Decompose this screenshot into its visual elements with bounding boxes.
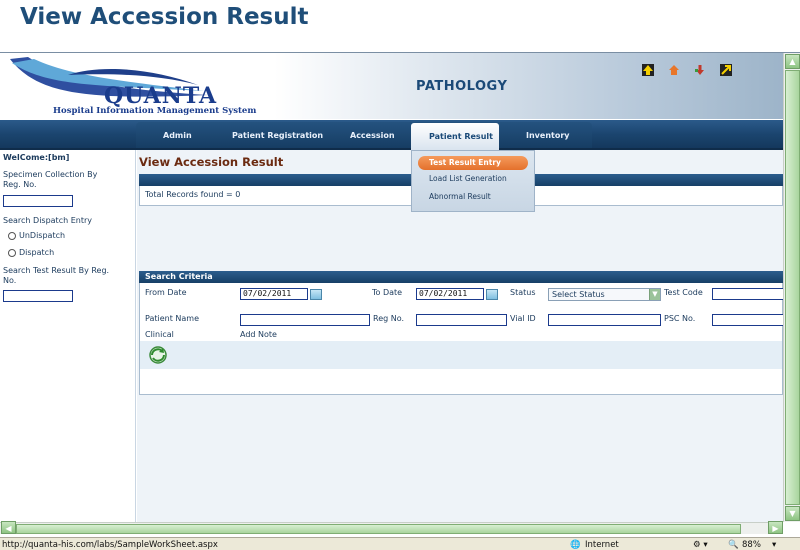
dropdown-item-label: Test Result Entry	[429, 158, 501, 167]
globe-icon: 🌐	[570, 540, 581, 550]
dispatch-label: Dispatch	[19, 248, 55, 257]
scroll-up-icon[interactable]: ▲	[785, 54, 800, 69]
to-date-calendar-icon[interactable]	[486, 289, 498, 300]
patient-result-dropdown: Test Result Entry Load List Generation A…	[411, 150, 535, 212]
scroll-left-icon[interactable]: ◀	[1, 521, 16, 534]
sidebar: WelCome:[bm] Specimen Collection By Reg.…	[0, 150, 136, 522]
nav-patient-result-label: Patient Result	[429, 132, 493, 141]
search-criteria-title: Search Criteria	[145, 272, 213, 281]
down-arrow-icon[interactable]	[693, 63, 707, 77]
from-date-input[interactable]: 07/02/2011	[240, 288, 308, 300]
logo-subtitle: Hospital Information Management System	[53, 106, 257, 116]
app-header: QUANTA Hospital Information Management S…	[0, 53, 783, 119]
slide-title: View Accession Result	[20, 4, 309, 30]
from-date-calendar-icon[interactable]	[310, 289, 322, 300]
search-test-result-label: Search Test Result By Reg. No.	[3, 266, 110, 285]
horizontal-scroll-thumb[interactable]	[16, 524, 741, 534]
home-icon[interactable]	[667, 63, 681, 77]
chevron-down-icon: ▼	[649, 289, 660, 300]
search-criteria-bar: Search Criteria	[139, 271, 783, 283]
nav-patient-result[interactable]: Patient Result	[411, 123, 499, 150]
to-date-label: To Date	[372, 288, 403, 297]
test-result-reg-no-input[interactable]	[3, 290, 73, 302]
clinical-label: Clinical	[145, 330, 174, 339]
status-label: Status	[510, 288, 536, 297]
vertical-scroll-thumb[interactable]	[785, 70, 800, 505]
patient-name-input[interactable]	[240, 314, 370, 326]
vial-id-label: Vial ID	[510, 314, 536, 323]
dropdown-item-abnormal-result[interactable]: Abnormal Result	[429, 192, 491, 201]
scroll-right-icon[interactable]: ▶	[768, 521, 783, 534]
horizontal-scrollbar[interactable]: ◀ ▶	[0, 521, 783, 534]
nav-admin[interactable]: Admin	[163, 131, 192, 140]
app-title: PATHOLOGY	[416, 79, 508, 94]
quanta-logo: QUANTA Hospital Information Management S…	[8, 55, 256, 117]
search-action-row	[140, 341, 782, 369]
nav-patient-registration[interactable]: Patient Registration	[232, 131, 323, 140]
vertical-scrollbar[interactable]: ▲ ▼	[783, 53, 800, 522]
psc-no-input[interactable]	[712, 314, 784, 326]
undispatch-radio[interactable]	[8, 232, 16, 240]
dispatch-radio[interactable]	[8, 249, 16, 257]
browser-statusbar: http://quanta-his.com/labs/SampleWorkShe…	[0, 537, 800, 550]
total-records-text: Total Records found = 0	[145, 190, 241, 199]
patient-name-label: Patient Name	[145, 314, 199, 323]
status-select[interactable]: Select Status ▼	[548, 288, 661, 301]
up-arrow-icon[interactable]	[641, 63, 655, 77]
nav-inventory[interactable]: Inventory	[526, 131, 570, 140]
dropdown-item-load-list-generation[interactable]: Load List Generation	[429, 174, 507, 183]
reg-no-label: Reg No.	[373, 314, 405, 323]
security-icon[interactable]: ⚙ ▾	[693, 540, 708, 550]
zoom-icon[interactable]: 🔍	[728, 540, 739, 550]
status-zoom[interactable]: 88%	[742, 540, 761, 550]
status-url: http://quanta-his.com/labs/SampleWorkShe…	[2, 540, 218, 550]
nav-accession[interactable]: Accession	[350, 131, 395, 140]
logout-icon[interactable]	[719, 63, 733, 77]
scroll-down-icon[interactable]: ▼	[785, 506, 800, 521]
from-date-label: From Date	[145, 288, 187, 297]
undispatch-label: UnDispatch	[19, 231, 66, 240]
search-dispatch-label: Search Dispatch Entry	[3, 216, 92, 225]
browser-window: QUANTA Hospital Information Management S…	[0, 52, 800, 550]
specimen-collection-label: Specimen Collection By Reg. No.	[3, 170, 98, 189]
to-date-input[interactable]: 07/02/2011	[416, 288, 484, 300]
status-zone: Internet	[585, 540, 619, 550]
header-toolbar	[641, 63, 733, 77]
psc-no-label: PSC No.	[664, 314, 696, 323]
specimen-reg-no-input[interactable]	[3, 195, 73, 207]
test-code-input[interactable]	[712, 288, 784, 300]
dropdown-item-test-result-entry[interactable]: Test Result Entry	[418, 156, 528, 170]
add-note-label: Add Note	[240, 330, 277, 339]
vial-id-input[interactable]	[548, 314, 661, 326]
zoom-dropdown-icon[interactable]: ▾	[772, 540, 776, 550]
page-title: View Accession Result	[139, 155, 284, 169]
test-code-label: Test Code	[664, 288, 703, 297]
search-criteria-panel: From Date 07/02/2011 To Date 07/02/2011 …	[139, 283, 784, 395]
status-select-value: Select Status	[552, 290, 605, 299]
reg-no-input[interactable]	[416, 314, 507, 326]
search-refresh-icon[interactable]	[148, 345, 168, 365]
welcome-text: WelCome:[bm]	[3, 153, 70, 162]
main-navbar: Admin Patient Registration Accession Inv…	[0, 120, 783, 150]
